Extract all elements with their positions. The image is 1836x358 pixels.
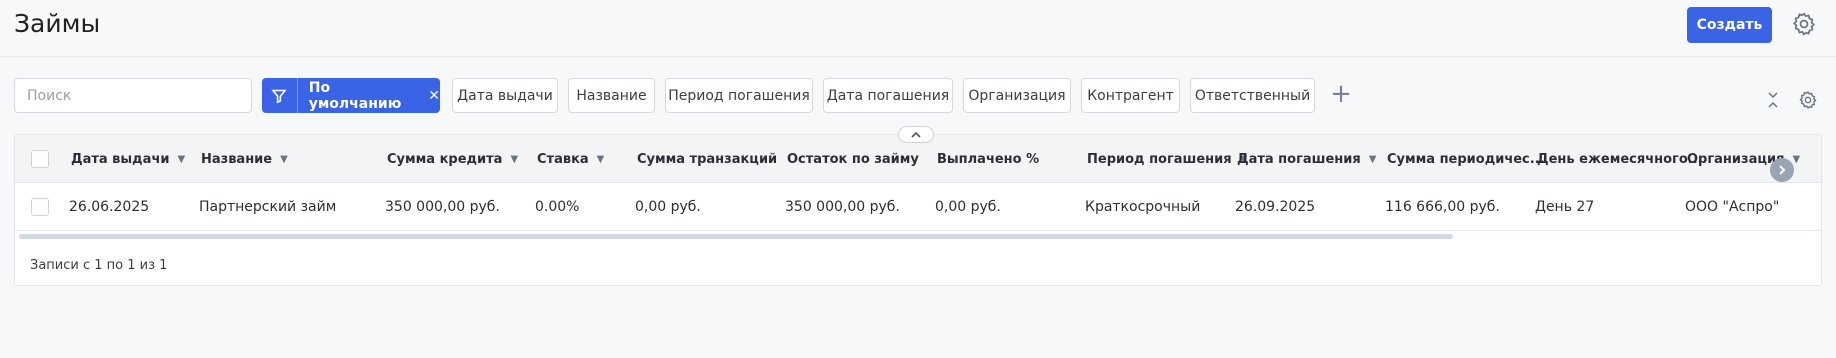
table-settings-icon[interactable] <box>1798 90 1818 110</box>
create-button[interactable]: Создать <box>1687 7 1772 43</box>
table-cell: Краткосрочный <box>1085 199 1201 215</box>
table-cell: Партнерский займ <box>199 199 337 215</box>
page-header: Займы Создать <box>0 0 1836 57</box>
table-cell: День 27 <box>1535 199 1595 215</box>
column-header[interactable]: Остаток по займу <box>787 135 919 183</box>
collapse-filters-icon[interactable] <box>1766 90 1780 110</box>
column-header[interactable]: Сумма периодичес... <box>1387 135 1545 183</box>
filter-preset-default[interactable]: По умолчанию ✕ <box>262 78 440 113</box>
records-count: Записи с 1 по 1 из 1 <box>30 258 168 273</box>
column-header[interactable]: Сумма транзакций <box>637 135 777 183</box>
table-cell: 0.00% <box>535 199 580 215</box>
chevron-down-icon: ▼ <box>1792 153 1801 165</box>
search-input[interactable] <box>14 78 252 113</box>
table-cell: 350 000,00 руб. <box>785 199 900 215</box>
column-header[interactable]: Выплачено % <box>937 135 1039 183</box>
preset-label: По умолчанию <box>308 79 402 112</box>
page-title: Займы <box>14 9 101 38</box>
table-cell: 26.09.2025 <box>1235 199 1316 215</box>
chevron-right-icon <box>1779 165 1786 175</box>
filter-chip-responsible[interactable]: Ответственный <box>1190 78 1315 113</box>
column-header[interactable]: Период погашения ▼ <box>1087 135 1247 183</box>
chevron-down-icon: ▼ <box>596 153 605 165</box>
scroll-right-button[interactable] <box>1770 158 1794 182</box>
filter-chip-issue-date[interactable]: Дата выдачи <box>452 78 558 113</box>
plus-icon[interactable]: + <box>1329 81 1353 107</box>
close-icon[interactable]: ✕ <box>428 88 440 104</box>
collapse-toolbar-button[interactable] <box>898 126 934 143</box>
filter-chip-name[interactable]: Название <box>568 78 655 113</box>
column-header[interactable]: Сумма кредита ▼ <box>387 135 518 183</box>
column-header[interactable]: Дата погашения ▼ <box>1237 135 1376 183</box>
filter-chip-repayment-period[interactable]: Период погашения <box>665 78 813 113</box>
column-header[interactable]: Дата выдачи ▼ <box>71 135 185 183</box>
table-cell: 0,00 руб. <box>635 199 701 215</box>
filter-chip-counterparty[interactable]: Контрагент <box>1081 78 1180 113</box>
table-cell: 116 666,00 руб. <box>1385 199 1500 215</box>
column-header[interactable]: Ставка ▼ <box>537 135 604 183</box>
table-cell: 26.06.2025 <box>69 199 150 215</box>
chevron-down-icon: ▼ <box>177 153 186 165</box>
loans-table: Дата выдачи ▼ Название ▼ Сумма кредита ▼ Ст… <box>14 134 1822 286</box>
chevron-down-icon: ▼ <box>1368 153 1377 165</box>
table-cell: ООО "Аспро" <box>1685 199 1780 215</box>
column-header[interactable]: Название ▼ <box>201 135 288 183</box>
chevron-down-icon: ▼ <box>510 153 519 165</box>
chevron-down-icon: ▼ <box>280 153 288 165</box>
filter-chip-organization[interactable]: Организация <box>963 78 1071 113</box>
row-checkbox[interactable] <box>31 198 49 216</box>
table-cell: 350 000,00 руб. <box>385 199 500 215</box>
chevron-up-icon <box>911 131 921 138</box>
select-all-checkbox[interactable] <box>31 150 49 168</box>
gear-icon[interactable] <box>1791 11 1817 37</box>
column-header[interactable]: День ежемесячного... <box>1537 135 1703 183</box>
filter-chip-repayment-date[interactable]: Дата погашения <box>823 78 953 113</box>
table-row[interactable]: 26.06.2025 Партнерский займ 350 000,00 р… <box>15 183 1821 231</box>
filter-icon[interactable] <box>262 78 298 113</box>
table-cell: 0,00 руб. <box>935 199 1001 215</box>
horizontal-scrollbar[interactable] <box>19 234 1453 239</box>
